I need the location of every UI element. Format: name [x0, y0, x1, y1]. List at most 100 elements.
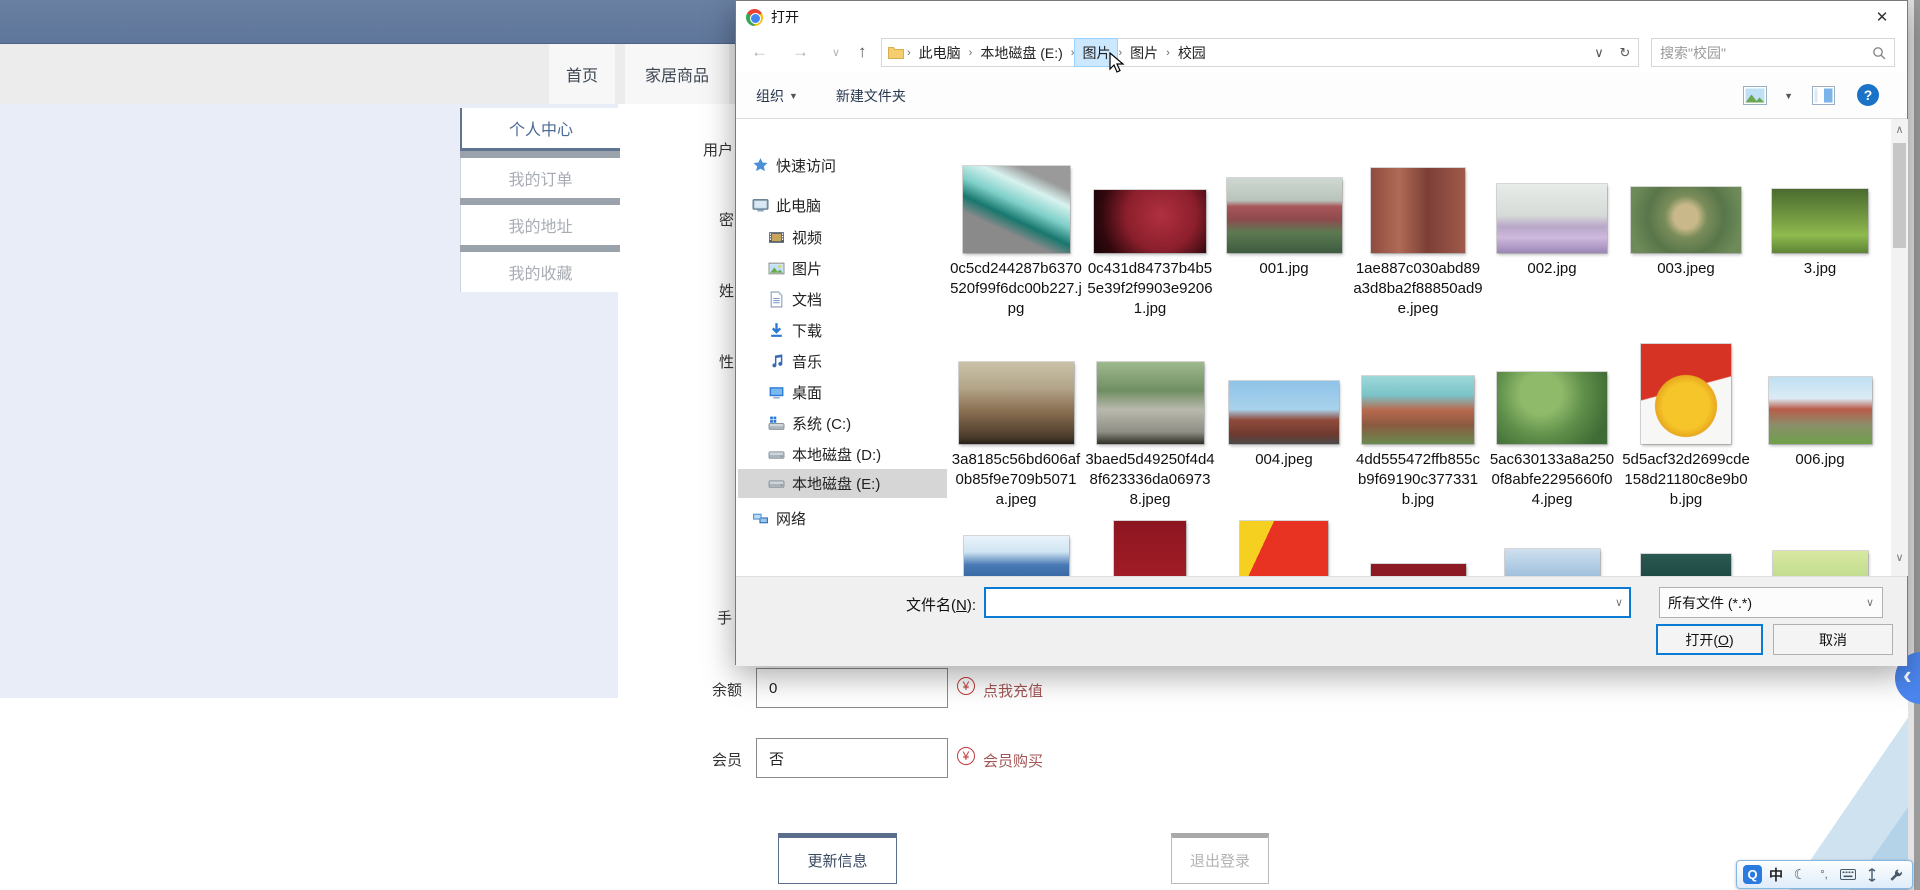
balance-input[interactable]: 0 [756, 668, 948, 708]
scrollbar-thumb[interactable] [1893, 143, 1906, 248]
document-icon [768, 291, 785, 308]
dialog-sidebar-item[interactable]: 桌面 [738, 378, 947, 407]
file-item[interactable]: 006.jpg [1753, 344, 1887, 470]
file-thumbnail [1772, 189, 1868, 253]
picture-icon [768, 260, 785, 277]
file-item[interactable]: 3a8185c56bd606af0b85f9e709b5071a.jpeg [949, 344, 1083, 510]
scroll-down-icon[interactable]: ∨ [1891, 549, 1908, 566]
address-dropdown-icon[interactable]: ∨ [1586, 39, 1612, 66]
file-thumbnail-zone [1371, 161, 1465, 253]
breadcrumb-item[interactable]: 本地磁盘 (E:) [973, 39, 1069, 66]
filename-input[interactable]: ∨ [984, 587, 1631, 618]
punctuation-icon[interactable]: °, [1814, 865, 1834, 885]
sidebar-item-favorites[interactable]: 我的收藏 [460, 252, 620, 292]
sidebar-item-profile[interactable]: 个人中心 [460, 108, 620, 151]
dialog-sidebar-item[interactable]: 本地磁盘 (D:) [738, 440, 947, 469]
file-item[interactable]: 4dd555472ffb855cb9f69190c377331b.jpg [1351, 344, 1485, 510]
dialog-sidebar-item[interactable]: 图片 [738, 254, 947, 283]
filetype-dropdown-icon: ∨ [1865, 597, 1874, 609]
help-icon[interactable]: ? [1857, 84, 1879, 106]
breadcrumb[interactable]: › 此电脑 › 本地磁盘 (E:) › 图片 › 图片 › 校园 ∨ ↻ [881, 38, 1639, 67]
file-item[interactable]: 002.jpg [1485, 161, 1619, 279]
up-icon[interactable]: ↑ [858, 42, 867, 62]
file-item[interactable]: 3.jpg [1753, 161, 1887, 279]
organize-button[interactable]: 组织 ▼ [756, 86, 798, 106]
logout-button[interactable]: 退出登录 [1171, 833, 1269, 884]
history-chevron-icon[interactable]: ∨ [832, 46, 840, 59]
file-thumbnail [1362, 376, 1474, 444]
preview-pane-icon[interactable] [1812, 86, 1835, 105]
update-info-button[interactable]: 更新信息 [778, 833, 897, 884]
open-button[interactable]: 打开(O) [1656, 624, 1763, 655]
file-name: 5d5acf32d2699cde158d21180c8e9b0b.jpg [1622, 451, 1750, 508]
file-item[interactable] [1083, 521, 1217, 576]
file-item[interactable]: 001.jpg [1217, 161, 1351, 279]
file-item[interactable]: 0c431d84737b4b55e39f2f9903e92061.jpg [1083, 161, 1217, 319]
dialog-title: 打开 [771, 9, 799, 25]
file-list-scrollbar[interactable]: ∧ ∨ [1891, 119, 1908, 576]
dialog-sidebar-item[interactable]: 此电脑 [738, 191, 947, 220]
file-item[interactable]: 0c5cd244287b6370520f99f6dc00b227.jpg [949, 161, 1083, 319]
refresh-icon[interactable]: ↻ [1612, 39, 1638, 66]
breadcrumb-item[interactable]: 图片 [1123, 39, 1165, 66]
dialog-sidebar-label: 本地磁盘 (D:) [792, 447, 882, 464]
sogou-q-icon[interactable]: Q [1743, 865, 1762, 884]
dialog-sidebar-item[interactable]: 网络 [738, 504, 947, 533]
file-item[interactable]: 5d5acf32d2699cde158d21180c8e9b0b.jpg [1619, 344, 1753, 510]
file-thumbnail [1240, 521, 1328, 576]
file-item[interactable] [1351, 521, 1485, 576]
wrench-icon[interactable] [1886, 865, 1906, 885]
dialog-titlebar[interactable]: 打开 ✕ [736, 1, 1907, 33]
keyboard-icon[interactable] [1838, 865, 1858, 885]
filetype-select[interactable]: 所有文件 (*.*) ∨ [1659, 587, 1883, 618]
thumbnails-view-icon[interactable] [1743, 86, 1767, 105]
search-input[interactable]: 搜索"校园" [1651, 38, 1895, 67]
file-item[interactable] [1753, 521, 1887, 576]
scroll-up-icon[interactable]: ∧ [1891, 121, 1908, 138]
nav-tab-home-goods[interactable]: 家居商品 [625, 44, 729, 104]
file-item[interactable]: 003.jpeg [1619, 161, 1753, 279]
chinese-mode-indicator[interactable]: 中 [1766, 865, 1786, 885]
breadcrumb-item[interactable]: 此电脑 [912, 39, 968, 66]
dialog-sidebar-item[interactable]: 音乐 [738, 347, 947, 376]
text-tools-icon[interactable] [1862, 865, 1882, 885]
file-item[interactable] [1217, 521, 1351, 576]
file-thumbnail-zone [963, 521, 1069, 576]
nav-tab-home[interactable]: 首页 [549, 44, 615, 104]
view-dropdown-icon[interactable]: ▼ [1784, 91, 1793, 101]
dialog-sidebar-item[interactable]: 本地磁盘 (E:) [738, 469, 947, 498]
file-item[interactable] [1619, 521, 1753, 576]
new-folder-button[interactable]: 新建文件夹 [836, 86, 906, 106]
file-item[interactable]: 3baed5d49250f4d48f623336da069738.jpeg [1083, 344, 1217, 510]
recharge-link[interactable]: 点我充值 [983, 680, 1043, 701]
file-thumbnail [1096, 362, 1204, 444]
file-item[interactable]: 004.jpeg [1217, 344, 1351, 470]
desktop-icon [768, 384, 785, 401]
file-item[interactable]: 1ae887c030abd89a3d8ba2f88850ad9e.jpeg [1351, 161, 1485, 319]
filename-dropdown-icon[interactable]: ∨ [1615, 596, 1623, 609]
sidebar-item-orders[interactable]: 我的订单 [460, 158, 620, 198]
sidebar-item-address[interactable]: 我的地址 [460, 205, 620, 245]
member-buy-link[interactable]: 会员购买 [983, 750, 1043, 771]
file-thumbnail [1497, 184, 1607, 253]
file-item[interactable] [1485, 521, 1619, 576]
back-icon[interactable]: ← [751, 42, 768, 62]
breadcrumb-item[interactable]: 校园 [1171, 39, 1213, 66]
file-thumbnail-zone [1504, 521, 1600, 576]
file-item[interactable]: 5ac630133a8a2500f8abfe2295660f04.jpeg [1485, 344, 1619, 510]
dialog-sidebar-item[interactable]: 文档 [738, 285, 947, 314]
dialog-sidebar-item[interactable]: 下载 [738, 316, 947, 345]
moon-icon[interactable]: ☾ [1790, 865, 1810, 885]
search-icon [1872, 46, 1886, 60]
menu-separator [460, 151, 620, 158]
dialog-sidebar-item[interactable]: 系统 (C:) [738, 409, 947, 438]
file-item[interactable] [949, 521, 1083, 576]
member-input[interactable]: 否 [756, 738, 948, 778]
dialog-sidebar-item[interactable]: 快速访问 [738, 151, 947, 180]
dialog-sidebar-label: 快速访问 [776, 158, 837, 175]
ime-toolbar[interactable]: Q 中 ☾ °, [1736, 860, 1913, 889]
close-icon[interactable]: ✕ [1865, 5, 1899, 29]
forward-icon[interactable]: → [792, 42, 809, 62]
dialog-sidebar-item[interactable]: 视频 [738, 223, 947, 252]
cancel-button[interactable]: 取消 [1773, 624, 1893, 655]
